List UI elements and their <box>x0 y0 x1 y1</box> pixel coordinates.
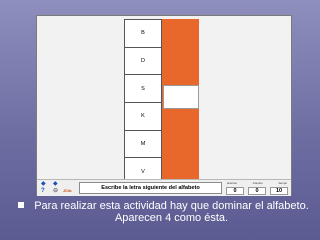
slide-caption: Para realizar esta actividad hay que dom… <box>18 200 310 224</box>
caption-text: Para realizar esta actividad hay que dom… <box>34 200 309 224</box>
bullet-icon <box>18 202 24 208</box>
instruction-text: Escribe la letra siguiente del alfabeto <box>79 182 222 194</box>
nav-icons: ◆ ◆ ? ⊖ JClic <box>40 181 74 195</box>
score-label-attempts: intentos <box>252 181 263 185</box>
score-area: aciertos intentos tiempo 0 0 10 <box>225 181 289 195</box>
jclic-logo-icon[interactable]: JClic <box>63 188 72 194</box>
next-activity-icon[interactable]: ◆ <box>53 181 58 187</box>
score-label-time: tiempo <box>278 181 287 185</box>
answer-input[interactable] <box>163 85 199 109</box>
letter-cell[interactable]: M <box>125 131 161 159</box>
help-icon[interactable]: ? <box>41 188 45 194</box>
letter-cell[interactable]: D <box>125 48 161 76</box>
letter-cell[interactable]: S <box>125 75 161 104</box>
prev-activity-icon[interactable]: ◆ <box>41 181 46 187</box>
letter-cell[interactable]: B <box>125 20 161 48</box>
letter-column: B D S K M V <box>124 19 162 186</box>
exit-icon[interactable]: ⊖ <box>53 188 58 194</box>
score-value-hits: 0 <box>226 187 244 195</box>
activity-window: B D S K M V ◆ ◆ ? ⊖ JClic Escribe la let… <box>36 15 292 196</box>
letter-cell[interactable]: K <box>125 103 161 131</box>
status-bar: ◆ ◆ ? ⊖ JClic Escribe la letra siguiente… <box>37 179 291 196</box>
score-label-hits: aciertos <box>227 181 237 185</box>
score-value-time: 10 <box>270 187 288 195</box>
score-value-attempts: 0 <box>248 187 266 195</box>
